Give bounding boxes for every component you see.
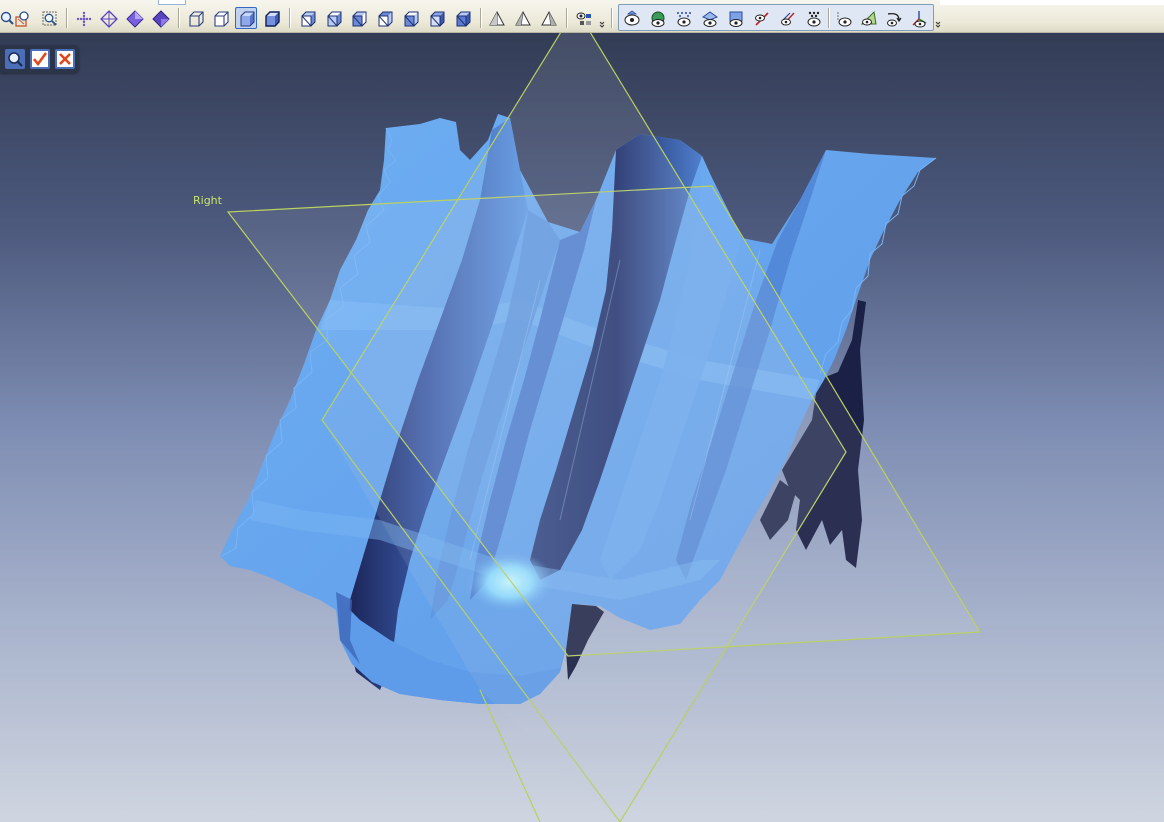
view-back-icon[interactable] — [149, 7, 171, 29]
show-axis-icon[interactable] — [907, 7, 929, 29]
iso-view-4-icon[interactable] — [373, 7, 395, 29]
toolbar-separator — [480, 8, 482, 28]
toolbar-separator — [611, 8, 613, 28]
view-front-icon[interactable] — [123, 7, 145, 29]
pan-icon[interactable] — [72, 7, 94, 29]
iso-view-3-icon[interactable] — [347, 7, 369, 29]
main-toolbar — [0, 0, 1164, 33]
show-eye-icon[interactable] — [832, 7, 854, 29]
show-colored-icon[interactable] — [646, 7, 668, 29]
show-plane-icon[interactable] — [724, 7, 746, 29]
app-window: Right — [0, 0, 1164, 822]
triad-1-icon[interactable] — [485, 7, 507, 29]
search-icon[interactable] — [4, 48, 26, 70]
show-curve-icon[interactable] — [882, 7, 904, 29]
toolbar-separator — [178, 8, 180, 28]
toolbar-separator — [828, 8, 830, 28]
toolbar-tab[interactable] — [158, 0, 186, 5]
shaded-box-icon[interactable] — [235, 7, 257, 29]
3d-viewport[interactable]: Right — [0, 33, 1164, 822]
toolbar-separator — [66, 8, 68, 28]
toolbar-title-strip — [940, 0, 1164, 5]
orbit-icon[interactable] — [97, 7, 119, 29]
fit-view-icon[interactable] — [10, 7, 32, 29]
scan-scene — [220, 33, 982, 822]
toolbar-separator — [566, 8, 568, 28]
toolbar-overflow-chevron-icon[interactable] — [598, 8, 606, 30]
cancel-icon[interactable] — [54, 48, 76, 70]
wireframe-box-icon[interactable] — [184, 7, 206, 29]
visibility-settings-icon[interactable] — [572, 7, 594, 29]
shaded-edges-box-icon[interactable] — [260, 7, 282, 29]
hidden-line-box-icon[interactable] — [209, 7, 231, 29]
show-annotation-icon[interactable] — [776, 7, 798, 29]
toolbar-overflow-chevron-icon[interactable] — [934, 8, 942, 30]
show-vertices-icon[interactable] — [802, 7, 824, 29]
show-feature-icon[interactable] — [698, 7, 720, 29]
show-mesh-icon[interactable] — [620, 7, 642, 29]
iso-view-6-icon[interactable] — [425, 7, 447, 29]
iso-view-7-icon[interactable] — [451, 7, 473, 29]
toolbar-separator — [289, 8, 291, 28]
triad-3-icon[interactable] — [537, 7, 559, 29]
show-reference-icon[interactable] — [750, 7, 772, 29]
zoom-window-icon[interactable] — [38, 7, 60, 29]
iso-view-5-icon[interactable] — [399, 7, 421, 29]
show-section-icon[interactable] — [857, 7, 879, 29]
plane-label-right: Right — [193, 194, 222, 207]
floating-mini-toolbar — [0, 45, 79, 73]
iso-view-2-icon[interactable] — [322, 7, 344, 29]
triad-2-icon[interactable] — [511, 7, 533, 29]
iso-view-1-icon[interactable] — [296, 7, 318, 29]
show-points-icon[interactable] — [672, 7, 694, 29]
accept-icon[interactable] — [29, 48, 51, 70]
